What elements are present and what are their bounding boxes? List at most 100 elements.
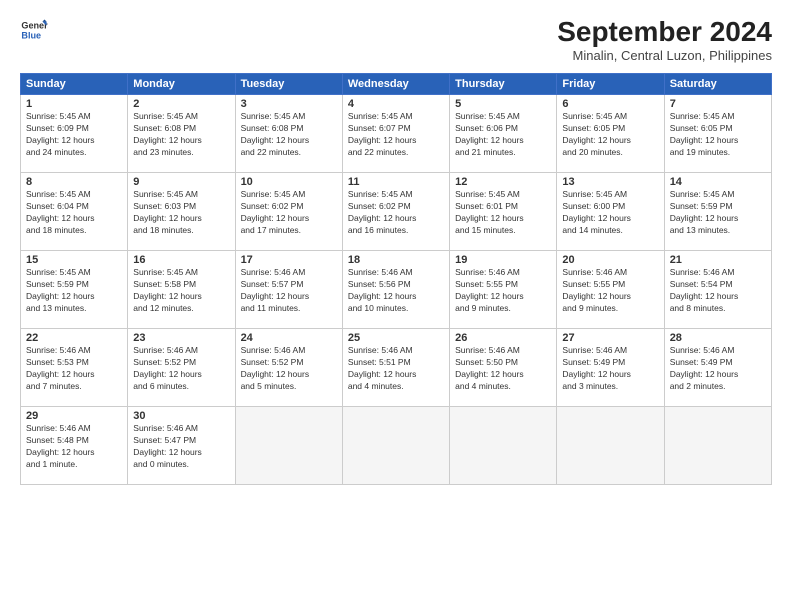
table-row [342, 407, 449, 485]
day-info: Sunrise: 5:45 AM Sunset: 6:00 PM Dayligh… [562, 189, 658, 237]
day-number: 27 [562, 332, 658, 344]
day-info: Sunrise: 5:45 AM Sunset: 6:05 PM Dayligh… [670, 111, 766, 159]
table-row: 8Sunrise: 5:45 AM Sunset: 6:04 PM Daylig… [21, 173, 128, 251]
day-number: 28 [670, 332, 766, 344]
day-info: Sunrise: 5:45 AM Sunset: 6:07 PM Dayligh… [348, 111, 444, 159]
col-monday: Monday [128, 74, 235, 95]
day-number: 8 [26, 176, 122, 188]
table-row: 30Sunrise: 5:46 AM Sunset: 5:47 PM Dayli… [128, 407, 235, 485]
day-number: 5 [455, 98, 551, 110]
day-info: Sunrise: 5:46 AM Sunset: 5:47 PM Dayligh… [133, 423, 229, 471]
day-info: Sunrise: 5:45 AM Sunset: 6:05 PM Dayligh… [562, 111, 658, 159]
table-row: 7Sunrise: 5:45 AM Sunset: 6:05 PM Daylig… [664, 95, 771, 173]
day-number: 9 [133, 176, 229, 188]
day-number: 23 [133, 332, 229, 344]
logo: General Blue [20, 16, 48, 44]
day-info: Sunrise: 5:46 AM Sunset: 5:54 PM Dayligh… [670, 267, 766, 315]
day-number: 14 [670, 176, 766, 188]
table-row: 22Sunrise: 5:46 AM Sunset: 5:53 PM Dayli… [21, 329, 128, 407]
header: General Blue September 2024 Minalin, Cen… [20, 16, 772, 63]
day-info: Sunrise: 5:46 AM Sunset: 5:52 PM Dayligh… [133, 345, 229, 393]
col-saturday: Saturday [664, 74, 771, 95]
day-info: Sunrise: 5:46 AM Sunset: 5:48 PM Dayligh… [26, 423, 122, 471]
day-info: Sunrise: 5:46 AM Sunset: 5:49 PM Dayligh… [670, 345, 766, 393]
table-row: 21Sunrise: 5:46 AM Sunset: 5:54 PM Dayli… [664, 251, 771, 329]
subtitle: Minalin, Central Luzon, Philippines [557, 48, 772, 63]
title-block: September 2024 Minalin, Central Luzon, P… [557, 16, 772, 63]
header-row: Sunday Monday Tuesday Wednesday Thursday… [21, 74, 772, 95]
col-wednesday: Wednesday [342, 74, 449, 95]
day-number: 12 [455, 176, 551, 188]
day-info: Sunrise: 5:45 AM Sunset: 6:01 PM Dayligh… [455, 189, 551, 237]
table-row: 1Sunrise: 5:45 AM Sunset: 6:09 PM Daylig… [21, 95, 128, 173]
day-number: 11 [348, 176, 444, 188]
table-row: 19Sunrise: 5:46 AM Sunset: 5:55 PM Dayli… [450, 251, 557, 329]
day-info: Sunrise: 5:45 AM Sunset: 5:59 PM Dayligh… [26, 267, 122, 315]
table-row: 13Sunrise: 5:45 AM Sunset: 6:00 PM Dayli… [557, 173, 664, 251]
day-info: Sunrise: 5:45 AM Sunset: 6:08 PM Dayligh… [241, 111, 337, 159]
table-row: 26Sunrise: 5:46 AM Sunset: 5:50 PM Dayli… [450, 329, 557, 407]
table-row: 29Sunrise: 5:46 AM Sunset: 5:48 PM Dayli… [21, 407, 128, 485]
day-number: 4 [348, 98, 444, 110]
day-number: 17 [241, 254, 337, 266]
day-number: 18 [348, 254, 444, 266]
day-number: 16 [133, 254, 229, 266]
day-number: 29 [26, 410, 122, 422]
table-row: 5Sunrise: 5:45 AM Sunset: 6:06 PM Daylig… [450, 95, 557, 173]
table-row: 27Sunrise: 5:46 AM Sunset: 5:49 PM Dayli… [557, 329, 664, 407]
table-row: 14Sunrise: 5:45 AM Sunset: 5:59 PM Dayli… [664, 173, 771, 251]
day-info: Sunrise: 5:45 AM Sunset: 5:58 PM Dayligh… [133, 267, 229, 315]
day-number: 6 [562, 98, 658, 110]
table-row: 4Sunrise: 5:45 AM Sunset: 6:07 PM Daylig… [342, 95, 449, 173]
day-number: 22 [26, 332, 122, 344]
day-number: 30 [133, 410, 229, 422]
week-row: 29Sunrise: 5:46 AM Sunset: 5:48 PM Dayli… [21, 407, 772, 485]
table-row: 2Sunrise: 5:45 AM Sunset: 6:08 PM Daylig… [128, 95, 235, 173]
day-info: Sunrise: 5:46 AM Sunset: 5:51 PM Dayligh… [348, 345, 444, 393]
day-number: 19 [455, 254, 551, 266]
week-row: 15Sunrise: 5:45 AM Sunset: 5:59 PM Dayli… [21, 251, 772, 329]
table-row: 25Sunrise: 5:46 AM Sunset: 5:51 PM Dayli… [342, 329, 449, 407]
day-info: Sunrise: 5:46 AM Sunset: 5:55 PM Dayligh… [455, 267, 551, 315]
day-info: Sunrise: 5:46 AM Sunset: 5:56 PM Dayligh… [348, 267, 444, 315]
table-row: 15Sunrise: 5:45 AM Sunset: 5:59 PM Dayli… [21, 251, 128, 329]
day-number: 15 [26, 254, 122, 266]
day-number: 24 [241, 332, 337, 344]
month-title: September 2024 [557, 16, 772, 48]
day-info: Sunrise: 5:46 AM Sunset: 5:50 PM Dayligh… [455, 345, 551, 393]
table-row: 17Sunrise: 5:46 AM Sunset: 5:57 PM Dayli… [235, 251, 342, 329]
calendar-table: Sunday Monday Tuesday Wednesday Thursday… [20, 73, 772, 485]
table-row: 16Sunrise: 5:45 AM Sunset: 5:58 PM Dayli… [128, 251, 235, 329]
table-row [235, 407, 342, 485]
day-number: 13 [562, 176, 658, 188]
table-row [450, 407, 557, 485]
table-row: 3Sunrise: 5:45 AM Sunset: 6:08 PM Daylig… [235, 95, 342, 173]
day-info: Sunrise: 5:45 AM Sunset: 6:02 PM Dayligh… [348, 189, 444, 237]
day-number: 2 [133, 98, 229, 110]
col-friday: Friday [557, 74, 664, 95]
day-number: 20 [562, 254, 658, 266]
table-row: 28Sunrise: 5:46 AM Sunset: 5:49 PM Dayli… [664, 329, 771, 407]
day-info: Sunrise: 5:45 AM Sunset: 5:59 PM Dayligh… [670, 189, 766, 237]
svg-text:Blue: Blue [21, 30, 41, 40]
table-row: 11Sunrise: 5:45 AM Sunset: 6:02 PM Dayli… [342, 173, 449, 251]
week-row: 1Sunrise: 5:45 AM Sunset: 6:09 PM Daylig… [21, 95, 772, 173]
table-row: 23Sunrise: 5:46 AM Sunset: 5:52 PM Dayli… [128, 329, 235, 407]
table-row: 12Sunrise: 5:45 AM Sunset: 6:01 PM Dayli… [450, 173, 557, 251]
day-number: 25 [348, 332, 444, 344]
day-info: Sunrise: 5:46 AM Sunset: 5:57 PM Dayligh… [241, 267, 337, 315]
col-tuesday: Tuesday [235, 74, 342, 95]
day-info: Sunrise: 5:46 AM Sunset: 5:53 PM Dayligh… [26, 345, 122, 393]
day-number: 3 [241, 98, 337, 110]
day-number: 26 [455, 332, 551, 344]
day-info: Sunrise: 5:46 AM Sunset: 5:55 PM Dayligh… [562, 267, 658, 315]
col-thursday: Thursday [450, 74, 557, 95]
day-info: Sunrise: 5:46 AM Sunset: 5:49 PM Dayligh… [562, 345, 658, 393]
day-info: Sunrise: 5:45 AM Sunset: 6:04 PM Dayligh… [26, 189, 122, 237]
page: General Blue September 2024 Minalin, Cen… [0, 0, 792, 612]
week-row: 22Sunrise: 5:46 AM Sunset: 5:53 PM Dayli… [21, 329, 772, 407]
day-info: Sunrise: 5:46 AM Sunset: 5:52 PM Dayligh… [241, 345, 337, 393]
table-row: 9Sunrise: 5:45 AM Sunset: 6:03 PM Daylig… [128, 173, 235, 251]
table-row [557, 407, 664, 485]
table-row: 24Sunrise: 5:46 AM Sunset: 5:52 PM Dayli… [235, 329, 342, 407]
